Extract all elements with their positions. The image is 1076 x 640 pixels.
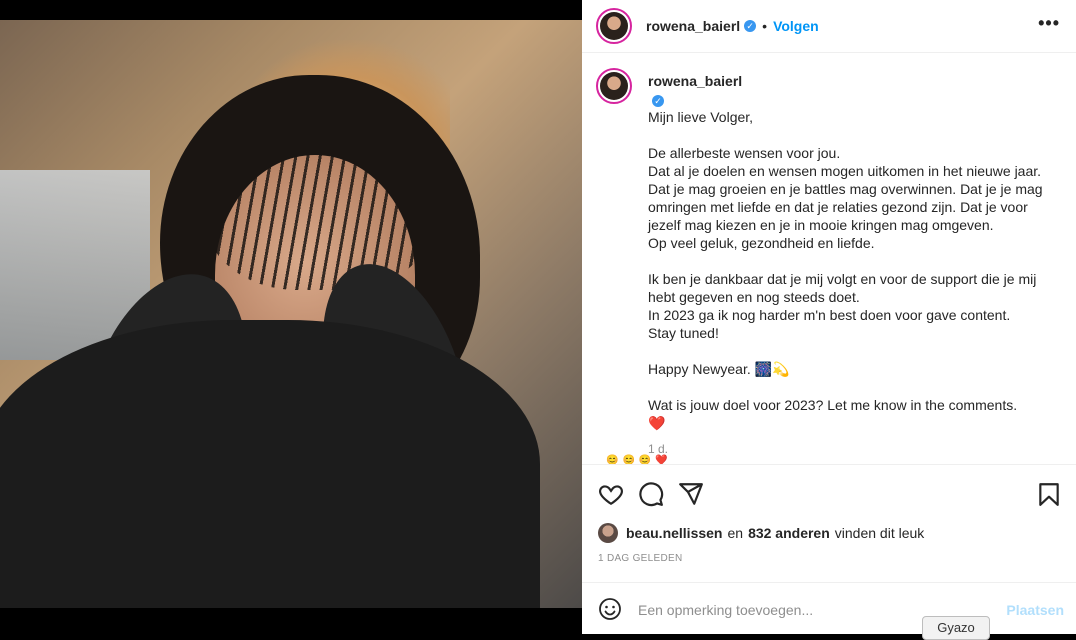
comment-icon[interactable] (638, 481, 664, 507)
verified-icon: ✓ (744, 20, 757, 32)
caption-line: Mijn lieve Volger, (648, 109, 754, 125)
comment-input[interactable] (636, 597, 970, 623)
caption-line: Op veel geluk, gezondheid en liefde. (648, 235, 875, 251)
follow-button[interactable]: Volgen (773, 18, 819, 34)
caption-line: Happy Newyear. 🎆💫 (648, 361, 790, 377)
verified-icon: ✓ (652, 95, 664, 107)
heart-emoji: ❤️ (648, 415, 666, 431)
caption-line: In 2023 ga ik nog harder m'n best doen v… (648, 307, 1011, 323)
liker-username[interactable]: beau.nellissen (626, 525, 722, 541)
post-image-pane (0, 0, 582, 634)
post-side-panel: rowena_baierl ✓ • Volgen ••• rowena_baie… (582, 0, 1076, 634)
likes-joiner: en (727, 525, 744, 541)
caption-line: De allerbeste wensen voor jou. (648, 145, 841, 161)
likes-summary: beau.nellissen en 832 anderen vinden dit… (598, 523, 924, 543)
action-bar (582, 464, 1076, 520)
caption-avatar[interactable] (596, 68, 632, 104)
more-icon[interactable]: ••• (1038, 13, 1060, 34)
emoji-icon[interactable] (598, 597, 622, 621)
photo-strands (205, 110, 435, 290)
bookmark-icon[interactable] (1036, 481, 1062, 507)
avatar[interactable] (596, 8, 632, 44)
caption-line: Dat al je doelen en wensen mogen uitkome… (648, 163, 1043, 233)
caption-line: Ik ben je dankbaar dat je mij volgt en v… (648, 271, 1037, 305)
comment-peek: 😊😊😊❤️ (606, 455, 672, 464)
post-photo[interactable] (0, 20, 582, 608)
add-comment-bar: Plaatsen (582, 582, 1076, 635)
share-icon[interactable] (678, 481, 704, 507)
post-comment-button[interactable]: Plaatsen (1006, 602, 1064, 618)
caption-line: Wat is jouw doel voor 2023? Let me know … (648, 397, 1018, 413)
header-username[interactable]: rowena_baierl (646, 18, 740, 34)
caption-username[interactable]: rowena_baierl (648, 73, 742, 89)
caption-line: Stay tuned! (648, 325, 719, 341)
caption-text: rowena_baierl ✓ Mijn lieve Volger, De al… (648, 72, 1058, 458)
post-time-ago[interactable]: 1 DAG GELEDEN (598, 553, 682, 564)
caption-area: rowena_baierl ✓ Mijn lieve Volger, De al… (582, 54, 1076, 464)
photo-sweater (0, 320, 540, 608)
likes-count[interactable]: 832 anderen (748, 525, 830, 541)
gyazo-button[interactable]: Gyazo (922, 616, 990, 640)
liker-avatar[interactable] (598, 523, 618, 543)
heart-icon[interactable] (598, 481, 624, 507)
separator-dot: • (762, 18, 768, 34)
caption-time[interactable]: 1 d. (648, 440, 1058, 458)
likes-suffix: vinden dit leuk (834, 525, 925, 541)
post-header: rowena_baierl ✓ • Volgen ••• (582, 0, 1076, 53)
